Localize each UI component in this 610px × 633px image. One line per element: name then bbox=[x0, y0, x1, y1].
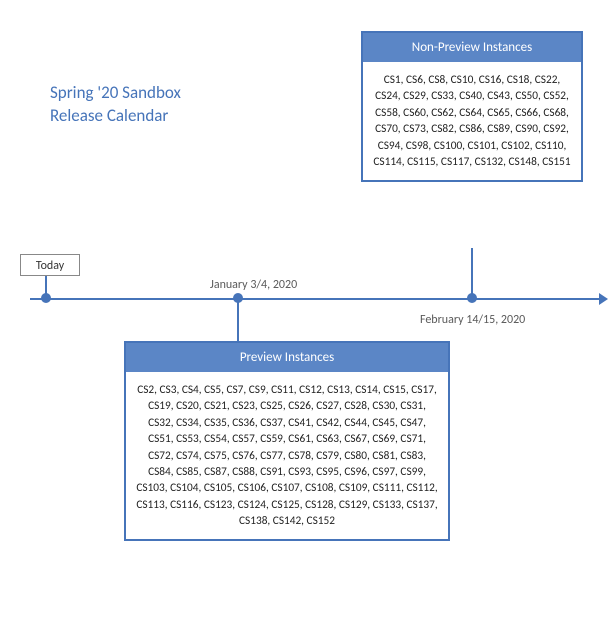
timeline-axis bbox=[30, 298, 605, 300]
title-line-1: Spring '20 Sandbox bbox=[50, 82, 181, 103]
preview-header: Preview Instances bbox=[126, 343, 448, 372]
date-label-nonpreview: February 14/15, 2020 bbox=[420, 313, 525, 327]
timeline-stem-date1 bbox=[237, 298, 239, 341]
timeline-stem-date2 bbox=[471, 248, 473, 298]
title-line-2: Release Calendar bbox=[50, 105, 168, 126]
non-preview-header: Non-Preview Instances bbox=[363, 33, 581, 62]
date-label-preview: January 3/4, 2020 bbox=[210, 278, 297, 292]
non-preview-box: Non-Preview Instances CS1, CS6, CS8, CS1… bbox=[361, 31, 583, 182]
diagram-canvas: Spring '20 Sandbox Release Calendar Toda… bbox=[0, 0, 610, 633]
preview-body: CS2, CS3, CS4, CS5, CS7, CS9, CS11, CS12… bbox=[126, 372, 448, 539]
preview-box: Preview Instances CS2, CS3, CS4, CS5, CS… bbox=[124, 341, 450, 541]
non-preview-body: CS1, CS6, CS8, CS10, CS16, CS18, CS22, C… bbox=[363, 62, 581, 180]
today-marker-label: Today bbox=[20, 254, 80, 276]
timeline-arrowhead-icon bbox=[599, 293, 608, 305]
timeline-stem-today bbox=[45, 276, 47, 294]
timeline-dot-today bbox=[41, 293, 51, 303]
diagram-title: Spring '20 Sandbox Release Calendar bbox=[50, 82, 181, 128]
